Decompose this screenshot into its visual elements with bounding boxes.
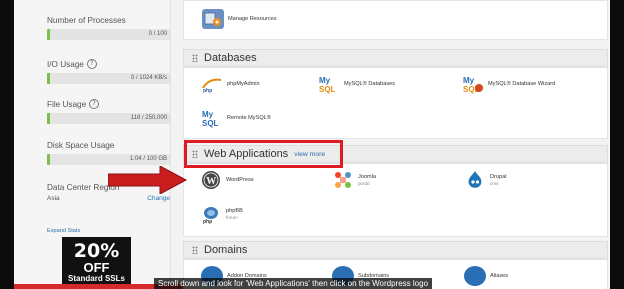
video-caption: Scroll down and look for 'Web Applicatio… [154,278,433,289]
item-label: phpMyAdmin [227,80,260,87]
stat-io-usage: I/O Usage? 0 / 1024 KB/s [47,58,170,84]
promo-tagline: Standard SSLs [68,274,125,283]
item-label: MySQL® Database Wizard [488,80,556,87]
remote-mysql-icon: My SQL [201,108,223,128]
item-subtitle: cms [490,180,499,186]
remote-mysql-item[interactable]: My SQL Remote MySQL® [201,108,271,128]
mysql-wizard-item[interactable]: My SQL MySQL® Database Wizard [462,74,555,94]
aliases-item[interactable]: Aliases [464,266,508,286]
phpbb-item[interactable]: php phpBB forum [200,204,243,224]
item-label: Joomla [358,173,377,180]
wordpress-item[interactable]: W WordPress [200,170,254,190]
item-label: Manage Resources [228,15,277,22]
usage-value: 118 / 250,000 [130,115,167,121]
web-applications-highlight-box [184,140,343,168]
stat-label: Disk Space Usage [47,140,115,150]
databases-panel: php phpMyAdmin My SQL MySQL® Databases My… [183,67,608,139]
phpmyadmin-item[interactable]: php phpMyAdmin [201,74,260,94]
expand-stats-link[interactable]: Expand Stats [47,228,80,234]
ssl-promo-banner[interactable]: 20% OFF Standard SSLs [62,237,131,289]
usage-value: 0 / 1024 KB/s [130,75,167,81]
phpbb-icon: php [200,204,222,224]
promo-headline: 20% [73,240,120,262]
svg-text:My: My [202,110,214,119]
stat-label: Number of Processes [47,15,126,25]
item-label: WordPress [226,176,254,183]
usage-value: 0 / 100 [148,31,167,37]
stat-label: I/O Usage? [47,58,170,70]
wordpress-icon[interactable]: W [200,170,222,190]
domains-header[interactable]: Domains [183,241,608,259]
stat-label: File Usage? [47,98,170,110]
item-label: MySQL® Databases [344,80,396,87]
svg-text:My: My [319,76,331,85]
resources-panel: Manage Resources [183,0,608,40]
mysql-wizard-icon: My SQL [462,74,484,94]
item-subtitle: portal [358,180,370,186]
mysql-icon: My SQL [318,74,340,94]
stats-sidebar: Number of Processes 0 / 100 I/O Usage? 0… [14,0,171,289]
pointer-arrow-icon [108,166,188,194]
section-title: Domains [204,244,248,256]
item-label: Drupal [490,173,507,180]
promo-subline: OFF [83,260,110,275]
usage-bar: 118 / 250,000 [47,113,170,124]
change-region-link[interactable]: Change [147,195,170,202]
mysql-databases-item[interactable]: My SQL MySQL® Databases [318,74,395,94]
stat-disk-space: Disk Space Usage 1.04 / 100 GB [47,139,170,165]
phpmyadmin-icon: php [201,74,223,94]
section-title: Databases [204,52,257,64]
item-label: Remote MySQL® [227,114,271,121]
manage-resources-item[interactable]: Manage Resources [202,9,277,29]
drupal-item[interactable]: Drupal cms [464,170,506,190]
gear-icon [202,9,224,29]
info-icon[interactable]: ? [89,99,100,109]
usage-value: 1.04 / 100 GB [129,156,167,162]
info-icon[interactable]: ? [86,59,97,69]
drag-handle-icon[interactable] [192,54,198,62]
joomla-item[interactable]: Joomla portal [332,170,376,190]
joomla-icon [332,170,354,190]
web-applications-panel: W WordPress Joomla portal Drupal cms php… [183,163,608,237]
drupal-icon [464,170,486,190]
svg-text:php: php [203,219,212,224]
stat-file-usage: File Usage? 118 / 250,000 [47,98,170,124]
item-subtitle: forum [226,214,238,220]
databases-header[interactable]: Databases [183,49,608,67]
alias-icon [464,266,486,286]
svg-text:W: W [206,176,216,187]
item-label: phpBB [226,207,243,214]
svg-text:SQL: SQL [202,119,219,128]
svg-text:php: php [203,88,212,94]
usage-bar: 1.04 / 100 GB [47,154,170,165]
drag-handle-icon[interactable] [192,246,198,254]
svg-text:SQL: SQL [319,85,336,94]
usage-bar: 0 / 1024 KB/s [47,73,170,84]
item-label: Aliases [490,272,509,279]
svg-text:My: My [463,76,475,85]
stat-processes: Number of Processes 0 / 100 [47,14,170,40]
usage-bar: 0 / 100 [47,29,170,40]
